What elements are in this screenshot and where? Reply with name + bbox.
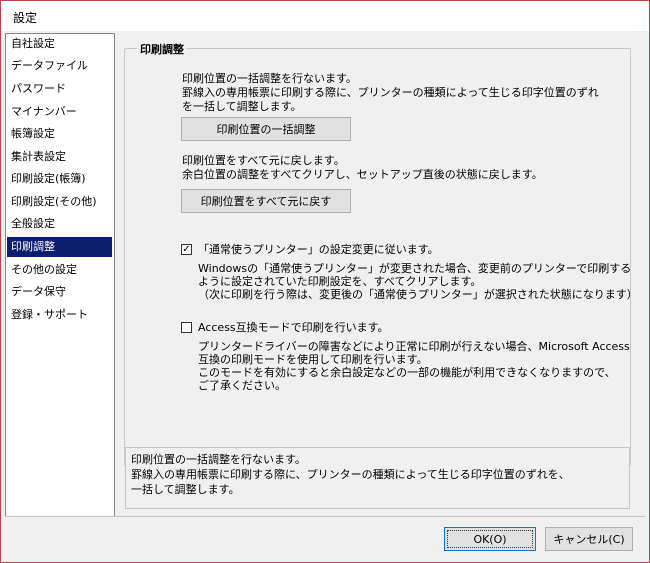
window-title: 設定 (13, 11, 38, 25)
sidebar-item-print-ledger[interactable]: 印刷設定(帳簿) (7, 169, 112, 189)
access-compat-mode-label[interactable]: Access互換モードで印刷を行います。 (198, 321, 389, 334)
follow-default-printer-label[interactable]: 「通常使うプリンター」の設定変更に従います。 (198, 243, 439, 256)
cancel-button[interactable]: キャンセル(C) (545, 527, 633, 551)
sidebar-item-other[interactable]: その他の設定 (7, 260, 112, 280)
reset-print-position-button[interactable]: 印刷位置をすべて元に戻す (181, 189, 351, 213)
access-mode-desc-line-3: このモードを有効にすると余白設定などの一部の機能が利用できなくなりますので、 (198, 366, 616, 379)
sidebar-item-registration[interactable]: 登録・サポート (7, 305, 112, 325)
sidebar-item-company[interactable]: 自社設定 (7, 34, 112, 54)
sidebar-item-password[interactable]: パスワード (7, 79, 112, 99)
adjust-print-position-button[interactable]: 印刷位置の一括調整 (181, 117, 351, 141)
settings-category-list[interactable]: 自社設定 データファイル パスワード マイナンバー 帳簿設定 集計表設定 印刷設… (5, 33, 115, 517)
description-line-2: 罫線入の専用帳票に印刷する際に、プリンターの種類によって生じる印字位置のずれを、 (131, 468, 570, 481)
follow-default-desc-line-3: （次に印刷を行う際は、変更後の「通常使うプリンター」が選択された状態になります） (198, 288, 638, 301)
group-title: 印刷調整 (137, 41, 187, 57)
title-bar[interactable]: 設定 (1, 1, 649, 31)
footer-divider (5, 516, 645, 517)
reset-description-line-1: 印刷位置をすべて元に戻します。 (182, 154, 345, 167)
settings-window: 設定 自社設定 データファイル パスワード マイナンバー 帳簿設定 集計表設定 … (0, 0, 650, 563)
settings-panel: 印刷調整 印刷位置の一括調整を行ないます。 罫線入の専用帳票に印刷する際に、プリ… (119, 33, 638, 515)
access-mode-desc-line-2: 互換の印刷モードを使用して印刷を行います。 (198, 353, 428, 366)
adjust-description-line-2: 罫線入の専用帳票に印刷する際に、プリンターの種類によって生じる印字位置のずれ (182, 86, 599, 99)
sidebar-item-ledger[interactable]: 帳簿設定 (7, 124, 112, 144)
access-mode-desc-line-4: ご了承ください。 (198, 379, 286, 392)
sidebar-item-data-file[interactable]: データファイル (7, 56, 112, 76)
sidebar-item-print-adjust[interactable]: 印刷調整 (7, 237, 112, 257)
sidebar-item-print-other[interactable]: 印刷設定(その他) (7, 192, 112, 212)
description-panel: 印刷位置の一括調整を行ないます。 罫線入の専用帳票に印刷する際に、プリンターの種… (125, 447, 630, 509)
sidebar-item-general[interactable]: 全般設定 (7, 214, 112, 234)
adjust-description-line-3: を一括して調整します。 (182, 100, 302, 113)
adjust-description-line-1: 印刷位置の一括調整を行ないます。 (182, 72, 357, 85)
access-compat-mode-checkbox[interactable] (181, 322, 192, 333)
follow-default-desc-line-1: Windowsの「通常使うプリンター」が変更された場合、変更前のプリンターで印刷… (198, 262, 632, 275)
print-adjust-group: 印刷調整 印刷位置の一括調整を行ないます。 罫線入の専用帳票に印刷する際に、プリ… (124, 41, 638, 466)
sidebar-item-summary[interactable]: 集計表設定 (7, 147, 112, 167)
reset-description-line-2: 余白位置の調整をすべてクリアし、セットアップ直後の状態に戻します。 (182, 168, 543, 181)
description-line-1: 印刷位置の一括調整を行ないます。 (131, 453, 306, 466)
sidebar-item-my-number[interactable]: マイナンバー (7, 102, 112, 122)
follow-default-printer-checkbox[interactable]: ✓ (181, 244, 192, 255)
access-mode-desc-line-1: プリンタードライバーの障害などにより正常に印刷が行えない場合、Microsoft… (198, 340, 630, 353)
ok-button[interactable]: OK(O) (444, 527, 536, 551)
sidebar-item-maintenance[interactable]: データ保守 (7, 282, 112, 302)
description-line-3: 一括して調整します。 (131, 483, 240, 496)
follow-default-desc-line-2: ように設定されていた印刷設定を、すべてクリアします。 (198, 275, 482, 288)
